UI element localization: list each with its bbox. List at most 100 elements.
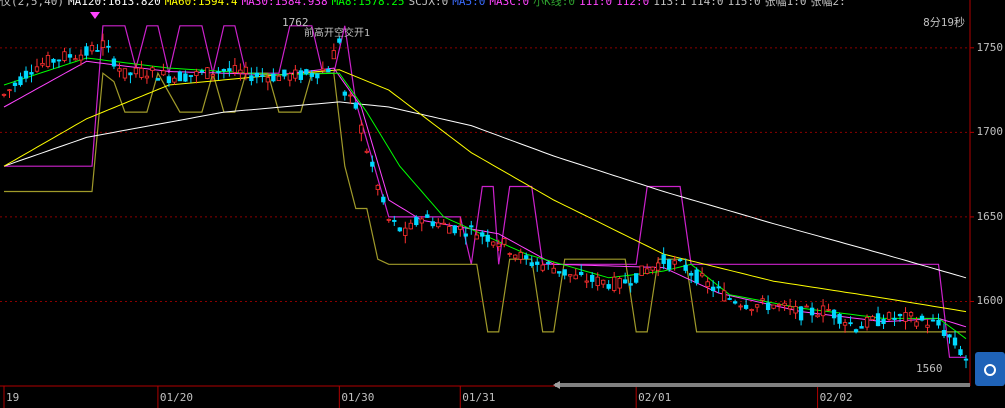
- candle-body: [67, 54, 73, 58]
- legend-item: MA60:1594.4: [164, 0, 238, 8]
- candle-body: [392, 219, 397, 222]
- candle: [743, 299, 749, 310]
- candle: [249, 67, 254, 86]
- candle: [139, 60, 144, 80]
- candle-body: [364, 150, 369, 153]
- candle: [194, 68, 199, 84]
- candle: [469, 220, 474, 235]
- candle-body: [645, 268, 650, 274]
- candle-body: [100, 40, 106, 48]
- candle: [705, 277, 710, 294]
- legend-item: MA30:1584.938: [241, 0, 328, 8]
- candle-body: [941, 330, 947, 337]
- candle: [645, 263, 650, 275]
- candle-body: [688, 272, 694, 276]
- candle: [447, 222, 452, 234]
- candle-body: [864, 317, 870, 328]
- candle: [161, 63, 166, 77]
- candle-body: [579, 271, 584, 275]
- candle-body: [337, 38, 342, 43]
- candle: [694, 267, 699, 286]
- candle: [122, 68, 128, 82]
- candle-body: [447, 226, 452, 234]
- legend-item: 114:0: [690, 0, 724, 8]
- candle-body: [73, 58, 78, 61]
- candle-body: [798, 306, 804, 321]
- candle-body: [699, 273, 705, 277]
- candle-body: [491, 241, 496, 246]
- candle-body: [875, 313, 881, 327]
- candle: [480, 230, 485, 245]
- ma30-line: [3, 60, 967, 328]
- candle-body: [7, 89, 12, 92]
- legend-item: MA120:1613.820: [67, 0, 161, 8]
- legend-item: 111:0: [579, 0, 613, 8]
- candle-body: [40, 62, 45, 66]
- candle: [809, 302, 815, 323]
- candle-body: [793, 306, 798, 314]
- candle: [425, 210, 430, 218]
- candle-body: [370, 161, 375, 167]
- candle-body: [359, 124, 364, 134]
- candle: [771, 304, 776, 310]
- candle-body: [425, 214, 430, 218]
- candle: [144, 70, 150, 84]
- candle: [315, 73, 320, 85]
- candle: [793, 300, 798, 319]
- scroll-left-arrow[interactable]: [553, 381, 560, 389]
- candle-body: [282, 69, 287, 77]
- candle-body: [601, 279, 606, 285]
- candle-body: [56, 59, 62, 62]
- candle: [716, 280, 721, 293]
- indicator-legend: 仪(2,5,40) MA120:1613.820 MA60:1594.4 MA30:1…: [0, 0, 850, 9]
- candle-body: [710, 286, 716, 292]
- candle-body: [106, 45, 111, 48]
- candle-body: [172, 77, 177, 83]
- candle: [1, 93, 7, 98]
- candle: [452, 225, 457, 236]
- zoom-button[interactable]: [975, 352, 1005, 386]
- candle-body: [787, 306, 793, 310]
- candle-body: [732, 301, 738, 304]
- candle-body: [859, 326, 864, 329]
- candle-body: [128, 72, 133, 76]
- h-scrollbar[interactable]: [555, 383, 970, 387]
- candle-body: [573, 274, 578, 280]
- candle: [601, 279, 606, 288]
- candle: [150, 65, 155, 78]
- candle: [375, 184, 380, 196]
- candle: [353, 102, 358, 110]
- candle: [738, 303, 743, 311]
- candle-body: [914, 321, 919, 327]
- legend-item: 112:0: [616, 0, 650, 8]
- candle: [952, 331, 958, 349]
- candle: [23, 66, 29, 83]
- candle: [721, 282, 727, 302]
- candle: [925, 319, 930, 334]
- candle: [441, 219, 446, 225]
- candle-body: [771, 304, 776, 309]
- high-signal-label: 前高开空交开1: [304, 28, 371, 39]
- candle-body: [930, 319, 936, 322]
- candle-body: [436, 222, 441, 228]
- candle: [78, 49, 84, 66]
- candle-body: [45, 55, 51, 67]
- candle: [639, 265, 644, 276]
- candle-body: [12, 82, 18, 86]
- candle-body: [232, 65, 238, 73]
- candle-body: [661, 254, 666, 264]
- candle: [7, 89, 12, 98]
- candle: [342, 90, 347, 101]
- candle-body: [1, 93, 7, 96]
- candle-body: [837, 313, 842, 324]
- candlestick-chart: [0, 0, 974, 408]
- candle-body: [903, 312, 908, 322]
- candle-body: [51, 58, 56, 63]
- candle: [584, 273, 589, 288]
- signal-olive-line: [4, 70, 966, 333]
- candle-body: [309, 72, 314, 77]
- candle-body: [117, 68, 122, 72]
- candle-body: [353, 102, 358, 109]
- candle-body: [540, 264, 545, 271]
- legend-item: MA8:1578.25: [331, 0, 405, 8]
